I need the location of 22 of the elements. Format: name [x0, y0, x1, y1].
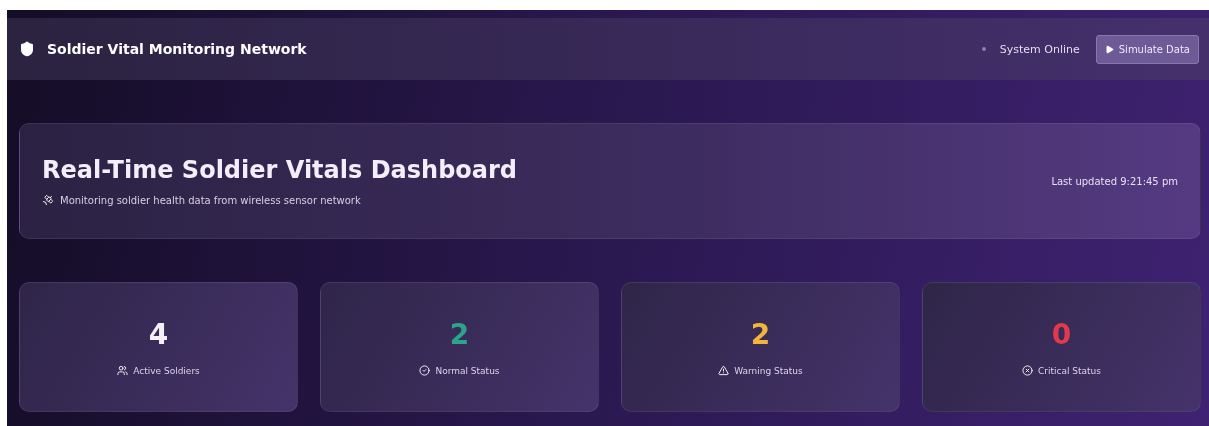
- play-icon: [1104, 44, 1114, 54]
- x-circle-icon: [1022, 365, 1033, 376]
- stat-label: Active Soldiers: [133, 365, 200, 376]
- simulate-data-button[interactable]: Simulate Data: [1095, 34, 1199, 64]
- shield-icon: [19, 41, 35, 57]
- stat-label: Critical Status: [1038, 365, 1101, 376]
- stat-value: 4: [148, 318, 169, 351]
- stat-label: Normal Status: [435, 365, 500, 376]
- stat-value: 2: [750, 318, 771, 351]
- status-dot: [981, 47, 986, 51]
- system-status: System Online: [999, 42, 1080, 56]
- stat-value: 0: [1051, 318, 1072, 351]
- users-icon: [117, 365, 129, 376]
- stat-value: 2: [449, 318, 470, 351]
- dashboard-title: Real-Time Soldier Vitals Dashboard: [42, 156, 518, 184]
- app-title: Soldier Vital Monitoring Network: [47, 41, 307, 57]
- last-updated: Last updated 9:21:45 pm: [1051, 175, 1178, 187]
- stat-label: Warning Status: [734, 365, 803, 376]
- warning-icon: [718, 365, 730, 376]
- satellite-icon: [42, 194, 54, 206]
- check-circle-icon: [419, 365, 431, 376]
- dashboard-subtitle: Monitoring soldier health data from wireless sensor network: [60, 194, 361, 206]
